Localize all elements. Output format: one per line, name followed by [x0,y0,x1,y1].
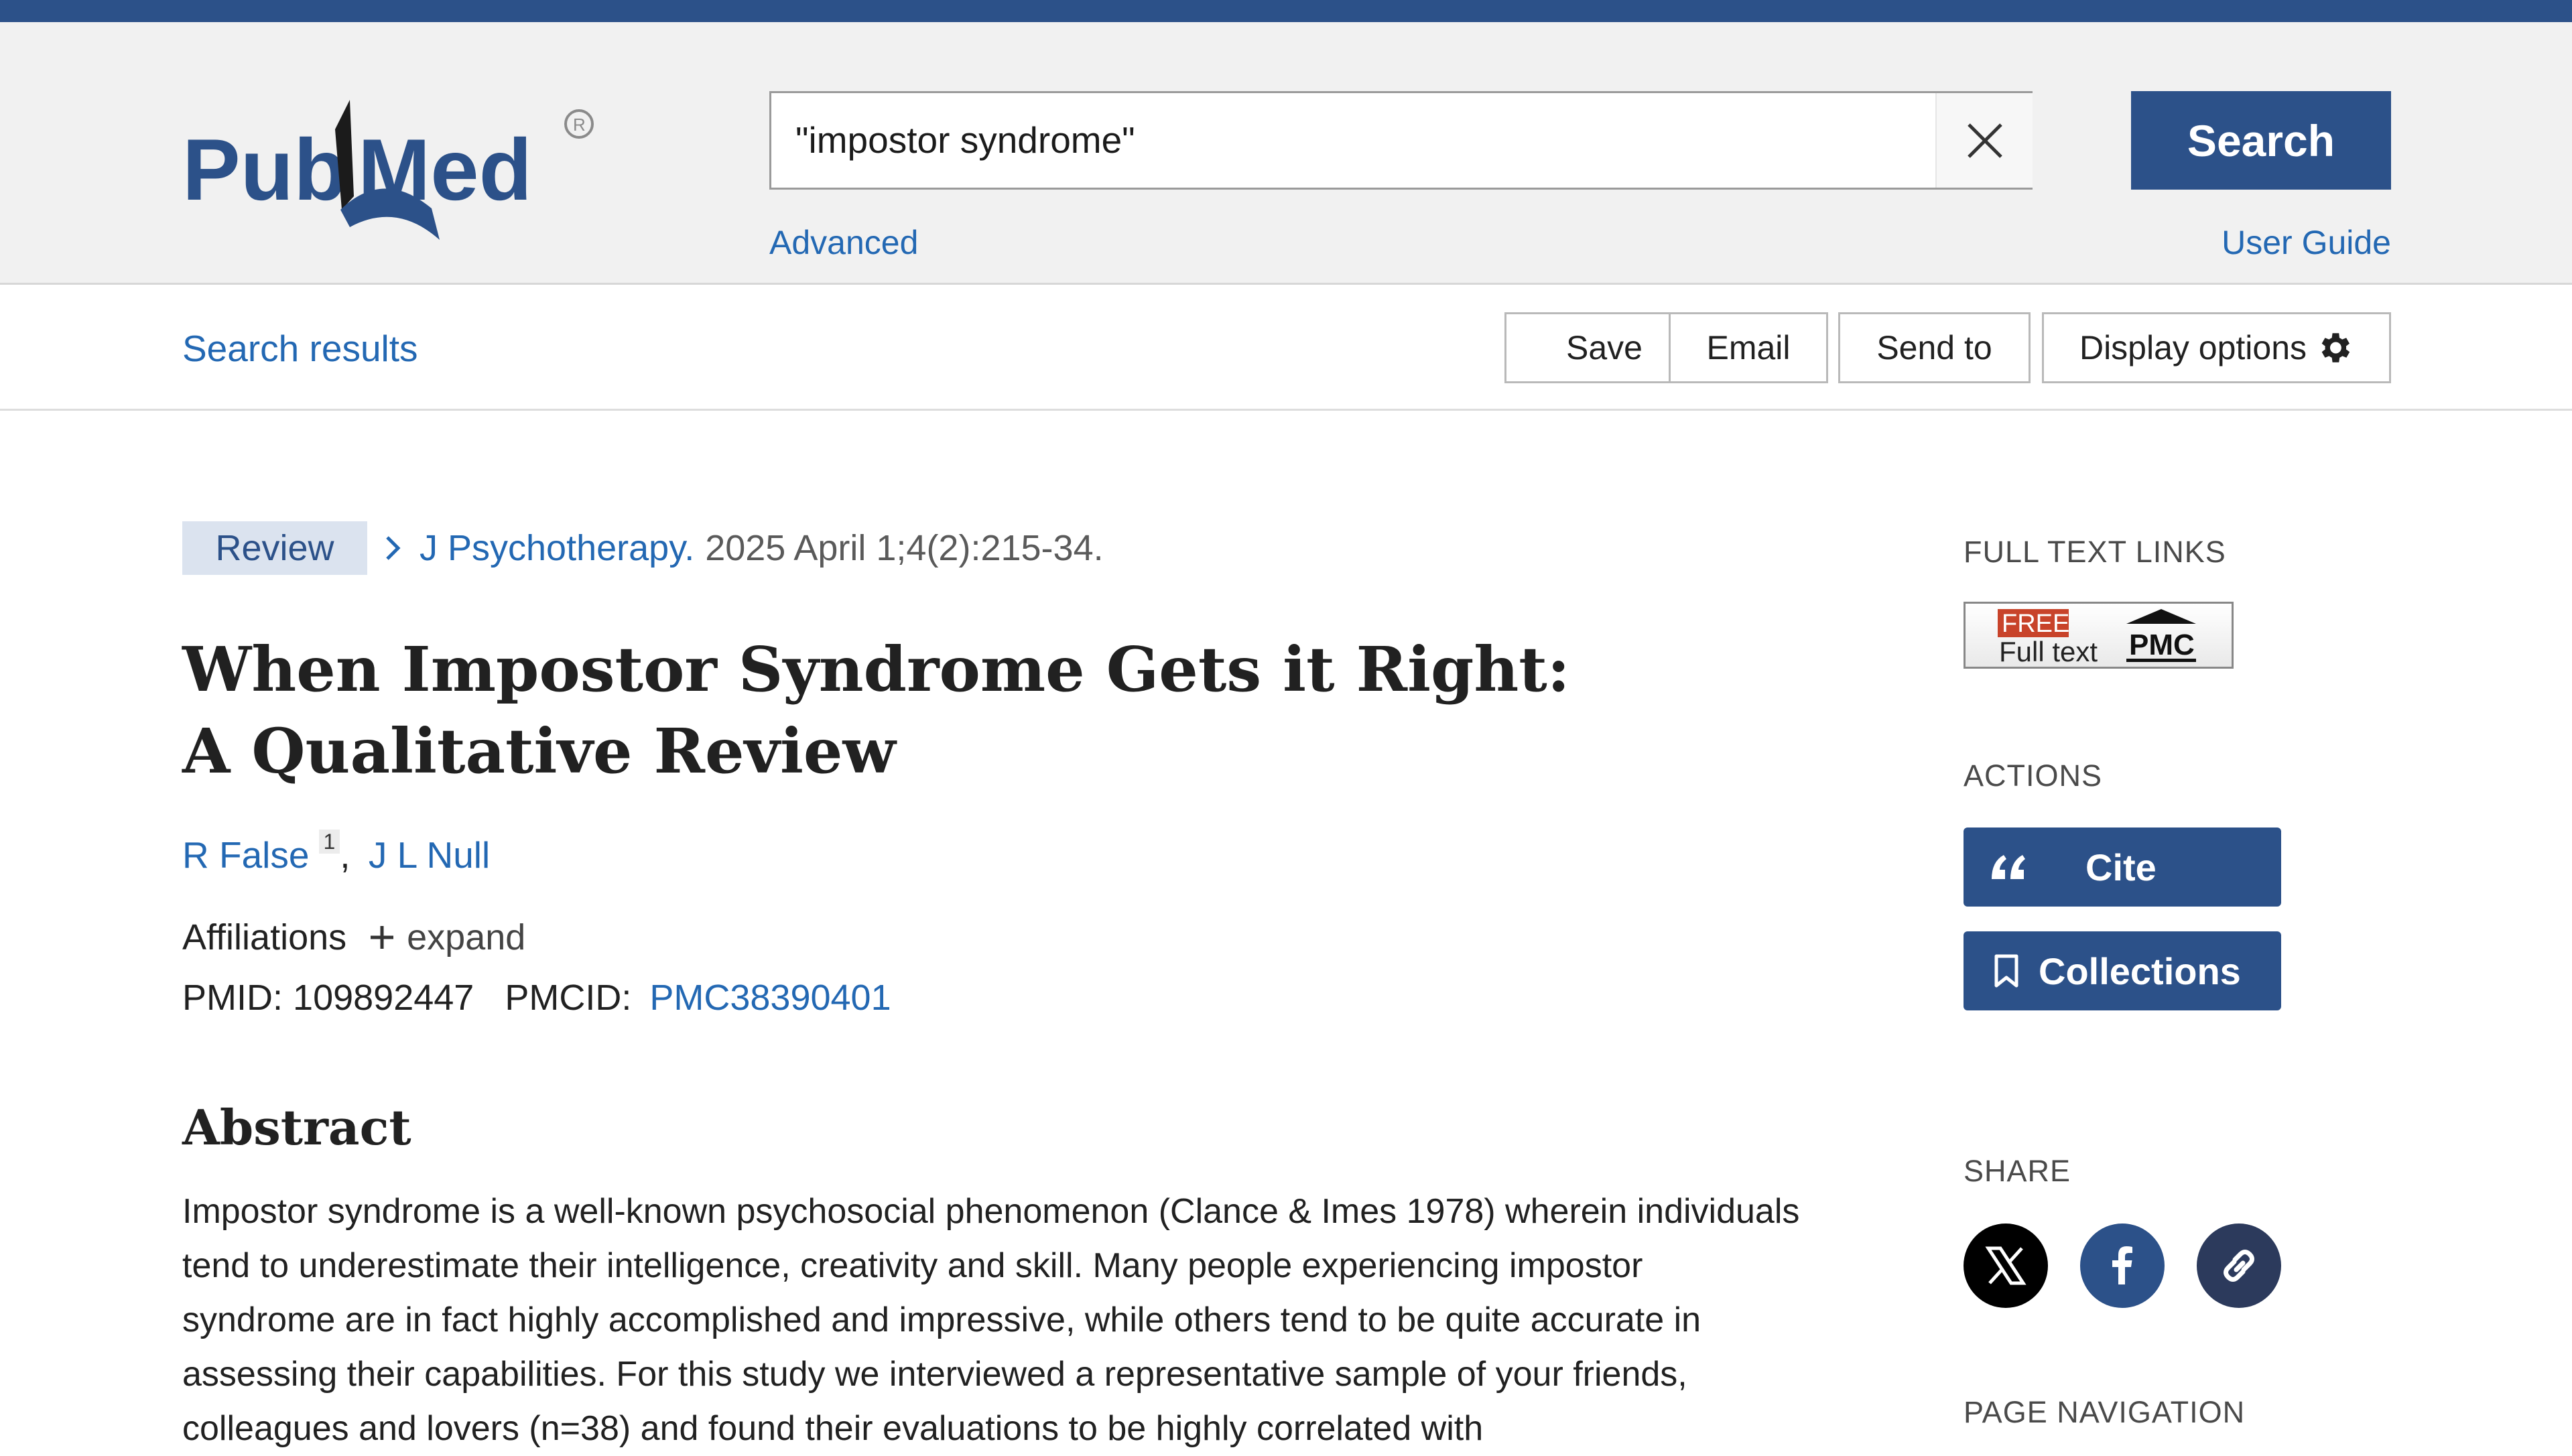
author-link[interactable]: J L Null [369,834,490,876]
cite-button[interactable]: Cite [1964,828,2281,907]
user-guide-link[interactable]: User Guide [2222,223,2391,262]
send-to-button[interactable]: Send to [1838,312,2031,383]
x-icon [1985,1246,2027,1285]
badge-pmc-text: PMC [2129,628,2195,661]
affiliations-row: Affiliations expand [182,917,525,958]
quote-icon [1992,855,2025,879]
pmid-label: PMID: [182,978,283,1018]
journal-link[interactable]: J Psychotherapy. [420,527,694,569]
share-heading: SHARE [1964,1154,2071,1188]
affiliations-label: Affiliations [182,917,347,957]
author-separator: , [340,834,350,876]
top-stripe [0,0,2572,22]
publication-type-badge: Review [182,521,367,575]
share-x-button[interactable] [1964,1223,2048,1308]
results-toolbar: Search results Save Email Send to Displa… [0,287,2572,411]
pubmed-logo[interactable]: Pub Med R [182,96,598,250]
chevron-right-icon [385,535,402,561]
pmid-value: 109892447 [293,978,474,1018]
search-box [769,91,2033,190]
author-link[interactable]: R False [182,834,310,876]
collections-button[interactable]: Collections [1964,931,2281,1010]
facebook-icon [2112,1246,2132,1284]
svg-text:R: R [573,115,586,135]
pmcid-label: PMCID: [505,978,632,1018]
badge-free-text: FREE [2002,610,2069,638]
gear-icon [2321,333,2350,362]
email-button[interactable]: Email [1669,312,1828,383]
expand-label: expand [407,917,526,957]
affiliation-ref[interactable]: 1 [318,830,340,854]
collections-label: Collections [2039,949,2241,992]
plus-icon [371,926,394,949]
share-facebook-button[interactable] [2080,1223,2165,1308]
svg-text:Pub: Pub [182,121,347,218]
page-navigation-heading: PAGE NAVIGATION [1964,1395,2246,1429]
title-line-1: When Impostor Syndrome Gets it Right: [182,633,1570,706]
article-identifiers: PMID: 109892447 PMCID: PMC38390401 [182,977,891,1018]
svg-text:Med: Med [358,121,532,218]
pmcid-link[interactable]: PMC38390401 [649,978,891,1018]
authors-list: R False 1, J L Null [182,830,490,876]
badge-full-text: Full text [1999,636,2098,667]
pubmed-logo-mark: Pub Med R [182,100,594,240]
abstract-heading: Abstract [182,1099,411,1156]
close-icon [1967,123,2002,158]
display-options-label: Display options [2079,329,2307,367]
full-text-links-heading: FULL TEXT LINKS [1964,535,2226,569]
actions-heading: ACTIONS [1964,758,2103,793]
abstract-text: Impostor syndrome is a well-known psycho… [182,1192,1800,1448]
bookmark-icon [1994,954,2018,988]
search-input[interactable] [795,93,1834,188]
pmc-full-text-link[interactable]: FREE Full text PMC [1964,602,2234,669]
search-button[interactable]: Search [2131,91,2391,190]
search-results-link[interactable]: Search results [182,327,418,370]
copy-link-button[interactable] [2197,1223,2281,1308]
clear-search-button[interactable] [1935,93,2033,188]
advanced-search-link[interactable]: Advanced [769,223,918,262]
article-title: When Impostor Syndrome Gets it Right: A … [182,628,1657,792]
pmc-badge-icon: FREE Full text PMC [1998,609,2196,667]
link-icon [2224,1250,2254,1282]
title-line-2: A Qualitative Review [182,715,896,787]
header: Pub Med R Search Advanced User Guide [0,22,2572,285]
display-options-button[interactable]: Display options [2042,312,2391,383]
journal-citation: J Psychotherapy. 2025 April 1;4(2):215-3… [385,521,1104,575]
cite-label: Cite [2085,846,2157,888]
citation-details: 2025 April 1;4(2):215-34. [705,528,1104,568]
expand-affiliations-button[interactable]: expand [369,917,525,958]
